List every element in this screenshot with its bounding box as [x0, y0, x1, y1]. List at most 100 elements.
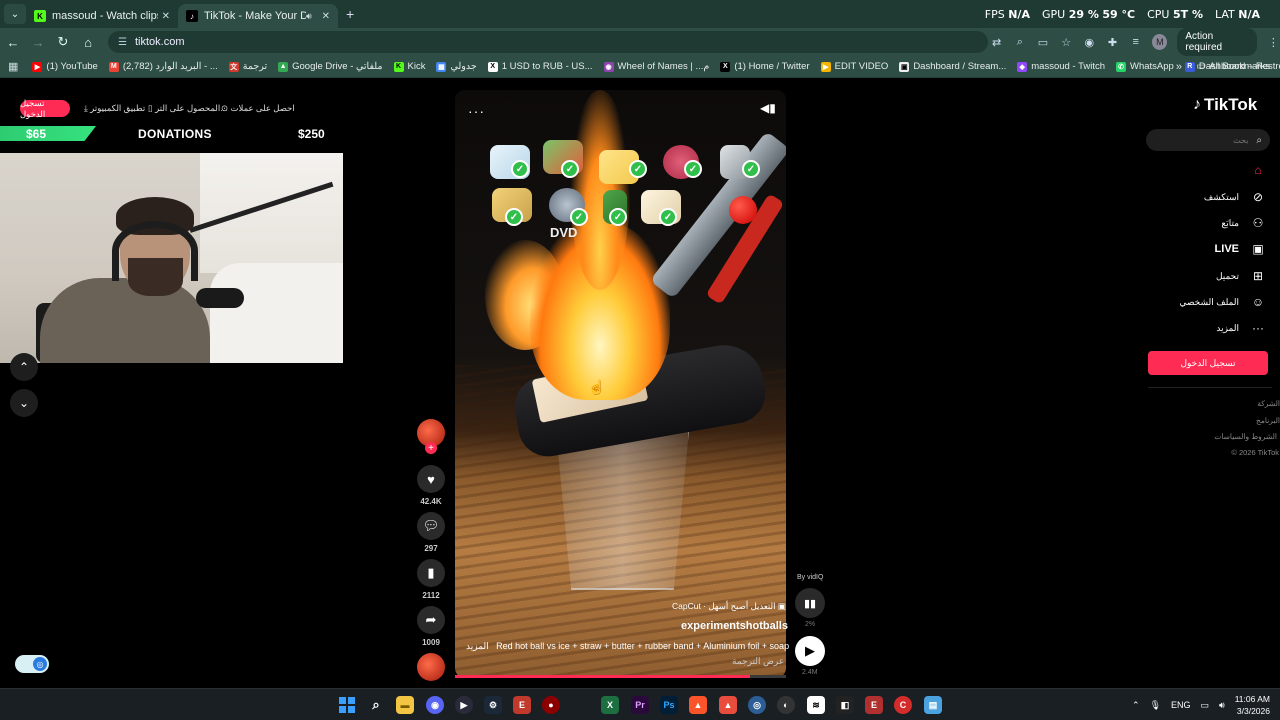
next-video-button[interactable]: ⌄	[10, 389, 38, 417]
search-input[interactable]: بحث ⌕	[1146, 129, 1270, 151]
puzzle-icon[interactable]: ✚	[1106, 35, 1119, 49]
more-options-icon[interactable]: ···	[468, 103, 485, 119]
volume-icon[interactable]: ◀︎▮	[760, 101, 776, 115]
author-username[interactable]: experimentshotballs	[681, 620, 788, 632]
address-bar[interactable]: ☰ tiktok.com	[108, 31, 988, 53]
zoom-icon[interactable]: ⌕	[1013, 35, 1026, 49]
excel-icon[interactable]: X	[601, 696, 619, 714]
chrome-icon[interactable]: ◎	[748, 696, 766, 714]
menu-icon[interactable]: ⋮	[1267, 35, 1280, 49]
obs-icon[interactable]: ◐	[777, 696, 795, 714]
app-icon[interactable]: E	[865, 696, 883, 714]
reading-list-icon[interactable]: ≡	[1129, 35, 1142, 49]
toggle-badge[interactable]: ◎	[15, 655, 49, 673]
tab-kick[interactable]: K massoud - Watch clips on Kick ✕	[26, 4, 178, 28]
tiktok-logo[interactable]: ♪ TikTok	[1193, 95, 1257, 115]
brave-icon[interactable]: ▲	[689, 696, 707, 714]
play-button[interactable]: ▶	[795, 636, 825, 666]
bookmarks-overflow-icon[interactable]: »	[1176, 61, 1182, 73]
home-button-icon[interactable]: ⌂	[76, 35, 100, 50]
apps-grid-icon[interactable]: ▦	[8, 60, 18, 73]
bookmark-item[interactable]: 文 ترجمة	[228, 61, 267, 72]
see-translation-link[interactable]: عرض الترجمة	[732, 656, 784, 667]
extension-icon[interactable]: ◉	[1083, 35, 1096, 49]
site-info-icon[interactable]: ☰	[118, 37, 127, 48]
premiere-icon[interactable]: Pr	[631, 696, 649, 714]
video-player[interactable]: ✓ ✓ ✓ ✓ ✓ ✓ ✓ DVD ✓ ✓	[455, 90, 786, 678]
header-link-desktop-app[interactable]: ⤓ تطبيق الكمبيوتر	[84, 103, 145, 114]
cast-icon[interactable]: ▭	[1036, 35, 1049, 49]
like-button[interactable]: ♥	[417, 465, 445, 493]
file-explorer-icon[interactable]: ▬	[396, 696, 414, 714]
tray-chevron-icon[interactable]: ⌃	[1132, 700, 1140, 711]
app-icon[interactable]: E	[513, 696, 531, 714]
bookmark-item[interactable]: ✆ WhatsApp	[1116, 61, 1174, 72]
bookmark-item[interactable]: M (2,782) البريد الوارد - ...	[108, 61, 218, 72]
sidebar-login-button[interactable]: تسجيل الدخول	[1148, 351, 1268, 375]
bookmark-item[interactable]: ▶ (1) YouTube	[32, 61, 98, 72]
discord-icon[interactable]: ◉	[426, 696, 444, 714]
follow-plus-icon[interactable]: +	[425, 442, 437, 454]
nav-item-more[interactable]: المزيد ···	[1216, 321, 1265, 335]
header-link-coins[interactable]: ⊙ احصل على عملات	[221, 103, 295, 114]
search-icon[interactable]: ⌕	[1256, 135, 1262, 146]
footer-company[interactable]: الشركة	[1257, 399, 1280, 408]
notepad-icon[interactable]: ▤	[924, 696, 942, 714]
nav-item-following[interactable]: متابَع ⚇	[1221, 216, 1265, 230]
header-link-get[interactable]: ▯ المحصول على التر...	[148, 103, 227, 114]
previous-video-button[interactable]: ⌃	[10, 353, 38, 381]
translate-icon[interactable]: ⇄	[990, 35, 1003, 49]
microphone-icon[interactable]: 🎙︎	[1150, 700, 1161, 711]
bookmark-item[interactable]: X1 USD to RUB - US...	[487, 61, 593, 72]
header-login-button[interactable]: تسجيل الدخول	[20, 98, 70, 119]
bookmark-item[interactable]: ◉ Wheel of Names | ...م	[603, 61, 709, 72]
forward-icon[interactable]: →	[26, 35, 50, 50]
photoshop-icon[interactable]: Ps	[660, 696, 678, 714]
video-progress-track[interactable]	[455, 675, 786, 678]
steam-icon[interactable]: ⚙	[484, 696, 502, 714]
bookmark-item[interactable]: ▦ جدولي	[436, 61, 477, 72]
app-icon[interactable]: ●	[542, 696, 560, 714]
new-tab-button[interactable]: +	[346, 6, 354, 22]
bookmark-item[interactable]: ▶ EDIT VIDEO	[820, 61, 888, 72]
nav-item-live[interactable]: LIVE ▣	[1215, 242, 1265, 256]
nav-item-upload[interactable]: تحميل ⊞	[1216, 269, 1265, 283]
bookmark-item[interactable]: ▲ Google Drive - ملفاتي	[278, 61, 383, 72]
nav-item-profile[interactable]: الملف الشخصي ☺	[1179, 295, 1265, 309]
bookmark-item[interactable]: X (1) Home / Twitter	[720, 61, 810, 72]
bookmark-item[interactable]: ◆ massoud - Twitch	[1017, 61, 1105, 72]
media-player-icon[interactable]: ▶	[455, 696, 473, 714]
tab-tiktok[interactable]: ♪ TikTok - Make Your Day 🔊︎ ✕	[178, 4, 338, 28]
nav-item-explore[interactable]: استكشف ⊘	[1204, 190, 1265, 204]
tab-search-button[interactable]: ⌄	[4, 4, 26, 24]
network-icon[interactable]: ▭	[1201, 700, 1210, 711]
comment-button[interactable]: 💬︎	[417, 512, 445, 540]
language-indicator[interactable]: ENG	[1171, 700, 1191, 710]
app-icon[interactable]: ≋	[807, 696, 825, 714]
share-button[interactable]: ➦	[417, 606, 445, 634]
back-icon[interactable]: ←	[1, 35, 25, 50]
vidiq-stats-button[interactable]: ▮▮	[795, 588, 825, 618]
nav-item-home[interactable]: ⌂	[1239, 163, 1265, 177]
footer-terms[interactable]: الشروط والسياسات	[1214, 432, 1277, 441]
reload-icon[interactable]: ↻	[51, 34, 75, 50]
app-icon[interactable]: ▲	[719, 696, 737, 714]
caption-more-link[interactable]: المزيد	[466, 641, 489, 651]
app-icon[interactable]: ◧	[836, 696, 854, 714]
save-button[interactable]: ▮	[417, 559, 445, 587]
speaker-icon[interactable]: 🔊︎	[306, 11, 312, 22]
app-icon[interactable]: C	[894, 696, 912, 714]
close-icon[interactable]: ✕	[162, 11, 170, 22]
search-icon[interactable]: ⌕	[367, 696, 385, 714]
close-icon[interactable]: ✕	[322, 11, 330, 22]
action-required-button[interactable]: Action required	[1177, 28, 1257, 56]
footer-program[interactable]: البرنامج	[1256, 416, 1280, 425]
windows-start-icon[interactable]	[338, 696, 356, 714]
all-bookmarks-button[interactable]: ▭ All Bookmarks	[1196, 61, 1270, 72]
bookmark-item[interactable]: ▣ Dashboard / Stream...	[899, 61, 1006, 72]
bookmark-item[interactable]: K Kick	[393, 61, 425, 72]
volume-icon[interactable]: 🔊︎	[1219, 700, 1225, 711]
sound-disc[interactable]	[417, 653, 445, 681]
clock[interactable]: 11:06 AM 3/3/2026	[1235, 693, 1270, 717]
profile-avatar[interactable]: M	[1152, 34, 1168, 50]
